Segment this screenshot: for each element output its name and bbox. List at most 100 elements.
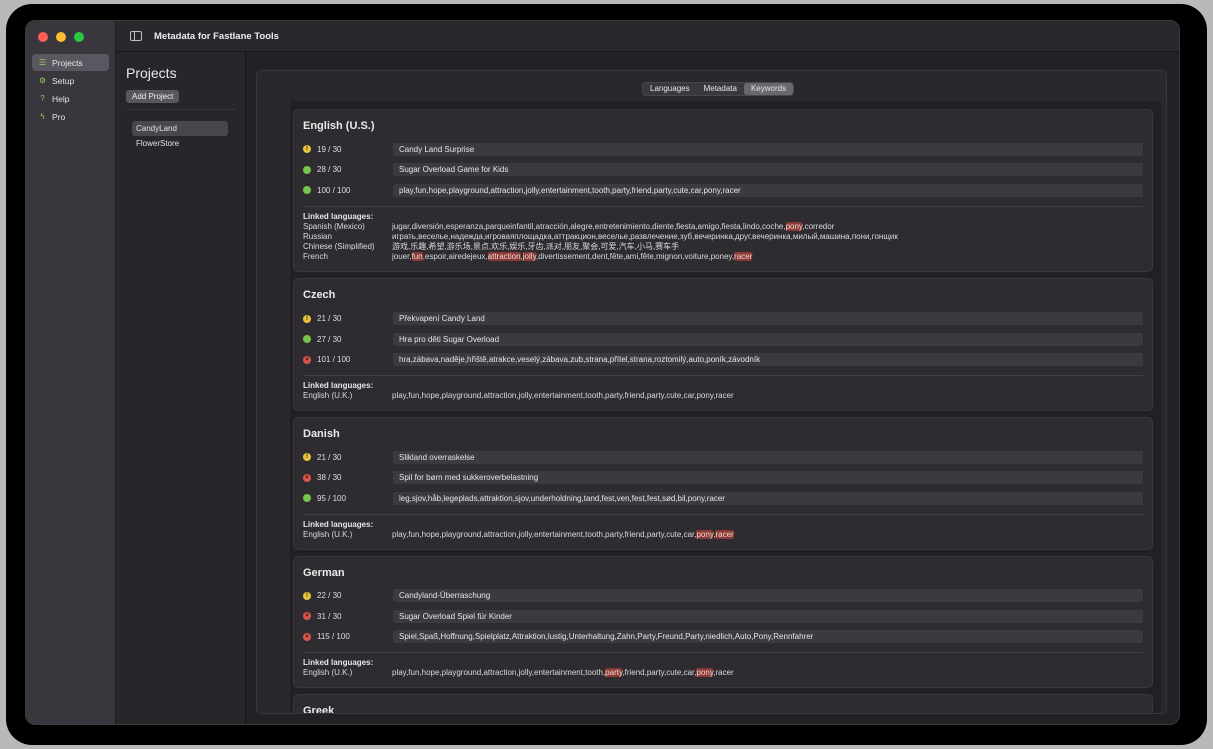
language-card-list[interactable]: English (U.S.)! 19 / 30 Candy Land Surpris… (290, 101, 1161, 713)
gear-icon: ⚙ (38, 76, 47, 85)
linked-language-row: French jouer,fun,espoir,airedejeux,attrac… (303, 252, 1143, 262)
count-text: 27 / 30 (317, 334, 342, 344)
status-warn-icon: ! (303, 145, 311, 154)
project-item[interactable]: CandyLand (132, 121, 228, 136)
linked-language-name: Spanish (Mexico) (303, 221, 365, 231)
window-controls (38, 32, 84, 42)
language-title: Greek (303, 705, 335, 713)
text-field[interactable]: Slikland overraskelse (393, 450, 1143, 464)
text-field[interactable]: Candy Land Surprise (393, 142, 1143, 156)
keyword-text: jugar,diversión,esperanza,parqueinfantil… (392, 221, 786, 231)
add-project-button[interactable]: Add Project (126, 90, 180, 103)
linked-language-name: English (U.K.) (303, 390, 353, 400)
status-ok-icon (303, 494, 311, 503)
linked-language-row: English (U.K.) play,fun,hope,playground,a… (303, 391, 1143, 401)
count-text: 22 / 30 (317, 591, 342, 601)
sidebar-toggle-icon[interactable] (130, 31, 142, 41)
text-field[interactable]: hra,zábava,naděje,hřiště,atrakce,veselý,… (393, 353, 1143, 367)
character-count: × 38 / 30 (303, 473, 393, 482)
project-list-pane: Projects Add Project CandyLand FlowerStor… (116, 52, 246, 724)
keyword-text: play,fun,hope,playground,attraction,joll… (392, 668, 606, 678)
count-text: 19 / 30 (317, 144, 342, 154)
duplicate-keyword: jolly (522, 252, 536, 262)
linked-language-row: Chinese (Simplified) 游戏,乐趣,希望,游乐场,景点,欢乐,娱… (303, 242, 1143, 252)
linked-keywords: jugar,diversión,esperanza,parqueinfantil… (392, 221, 834, 232)
linked-languages: Linked languages: Spanish (Mexico) jugar,d… (303, 205, 1143, 263)
text-field[interactable]: Hra pro děti Sugar Overload (393, 332, 1143, 346)
linked-keywords: play,fun,hope,playground,attraction,joll… (392, 668, 734, 678)
keyword-text: ,friend,party,cute,car, (622, 668, 697, 678)
zoom-window-button[interactable] (74, 32, 84, 42)
sidebar-item-projects[interactable]: ☰ Projects (32, 54, 109, 71)
count-text: 100 / 100 (317, 185, 351, 195)
field-row: 95 / 100 leg,sjov,håb,legeplads,attraktio… (303, 488, 1143, 509)
list-icon: ☰ (38, 58, 47, 67)
field-row: 27 / 30 Hra pro děti Sugar Overload (303, 329, 1143, 350)
text-field[interactable]: Překvapení Candy Land (393, 312, 1143, 326)
status-err-icon: × (303, 355, 311, 364)
linked-languages-heading: Linked languages: (303, 380, 374, 390)
linked-language-row: Russian играть,веселье,надежда,игроваяпло… (303, 232, 1143, 242)
character-count: × 115 / 100 (303, 632, 393, 641)
status-err-icon: × (303, 473, 311, 482)
sidebar-item-setup[interactable]: ⚙ Setup (32, 72, 109, 89)
sidebar-item-label: Projects (52, 57, 83, 68)
field-row: ! 19 / 30 Candy Land Surprise (303, 139, 1143, 160)
text-field[interactable]: Sugar Overload Spiel für Kinder (393, 609, 1143, 623)
language-title: Czech (303, 289, 336, 302)
close-window-button[interactable] (38, 32, 48, 42)
duplicate-keyword: pony (696, 668, 714, 678)
linked-language-name: French (303, 252, 328, 262)
sidebar-item-label: Help (52, 93, 70, 104)
character-count: ! 19 / 30 (303, 145, 393, 154)
language-card: German! 22 / 30 Candyland-Überraschung × 31 … (293, 555, 1153, 689)
main-content: Languages Metadata Keywords English (U.S.)… (246, 52, 1179, 724)
linked-languages-heading: Linked languages: (303, 211, 374, 221)
linked-languages: Linked languages: English (U.K.) play,fun,… (303, 513, 1143, 540)
sidebar-item-label: Setup (52, 75, 75, 86)
text-field[interactable]: Spiel,Spaß,Hoffnung,Spielplatz,Attraktio… (393, 630, 1143, 644)
count-text: 21 / 30 (317, 314, 342, 324)
sidebar-item-label: Pro (52, 111, 66, 122)
tab-keywords[interactable]: Keywords (743, 83, 794, 95)
text-field[interactable]: Sugar Overload Game for Kids (393, 163, 1143, 177)
linked-language-row: English (U.K.) play,fun,hope,playground,a… (303, 529, 1143, 540)
character-count: × 101 / 100 (303, 355, 393, 364)
duplicate-keyword: attraction (487, 252, 521, 262)
text-field[interactable]: Spil for børn med sukkeroverbelastning (393, 471, 1143, 485)
field-row: 28 / 30 Sugar Overload Game for Kids (303, 160, 1143, 181)
status-err-icon: × (303, 612, 311, 621)
linked-keywords: play,fun,hope,playground,attraction,joll… (392, 529, 734, 540)
character-count: 100 / 100 (303, 186, 393, 195)
keywords-panel: Languages Metadata Keywords English (U.S.)… (256, 70, 1167, 714)
field-row: × 101 / 100 hra,zábava,naděje,hřiště,atrak… (303, 349, 1143, 370)
character-count: 95 / 100 (303, 494, 393, 503)
count-text: 21 / 30 (317, 452, 342, 462)
sidebar-item-help[interactable]: ? Help (32, 90, 109, 107)
tab-languages[interactable]: Languages (643, 83, 697, 95)
duplicate-keyword: racer (715, 529, 734, 539)
duplicate-keyword: racer (734, 252, 753, 262)
field-row: × 38 / 30 Spil for børn med sukkeroverbela… (303, 468, 1143, 489)
title-bar: Metadata for Fastlane Tools (116, 21, 1179, 52)
sidebar-nav: ☰ Projects ⚙ Setup ? Help ϟ Pro (32, 54, 109, 126)
divider (126, 109, 235, 110)
linked-keywords: играть,веселье,надежда,игроваяплощадка,а… (392, 232, 898, 242)
field-row: 100 / 100 play,fun,hope,playground,attrac… (303, 180, 1143, 201)
minimize-window-button[interactable] (56, 32, 66, 42)
window-title: Metadata for Fastlane Tools (154, 31, 279, 42)
text-field[interactable]: play,fun,hope,playground,attraction,joll… (393, 183, 1143, 197)
text-field[interactable]: Candyland-Überraschung (393, 589, 1143, 603)
tab-metadata[interactable]: Metadata (697, 83, 744, 95)
linked-language-name: Chinese (Simplified) (303, 241, 375, 251)
linked-language-row: English (U.K.) play,fun,hope,playground,a… (303, 668, 1143, 678)
keyword-text: ,divertissement,dent,fête,ami,fête,migno… (535, 252, 735, 262)
duplicate-keyword: pony (785, 221, 803, 231)
project-item[interactable]: FlowerStore (132, 136, 228, 151)
keyword-text: jouer, (392, 252, 412, 262)
count-text: 28 / 30 (317, 165, 342, 175)
app-window: ☰ Projects ⚙ Setup ? Help ϟ Pro Metadata for Fa… (25, 20, 1180, 725)
sidebar-item-pro[interactable]: ϟ Pro (32, 108, 109, 125)
text-field[interactable]: leg,sjov,håb,legeplads,attraktion,sjov,u… (393, 491, 1143, 505)
sidebar: ☰ Projects ⚙ Setup ? Help ϟ Pro (26, 21, 116, 724)
